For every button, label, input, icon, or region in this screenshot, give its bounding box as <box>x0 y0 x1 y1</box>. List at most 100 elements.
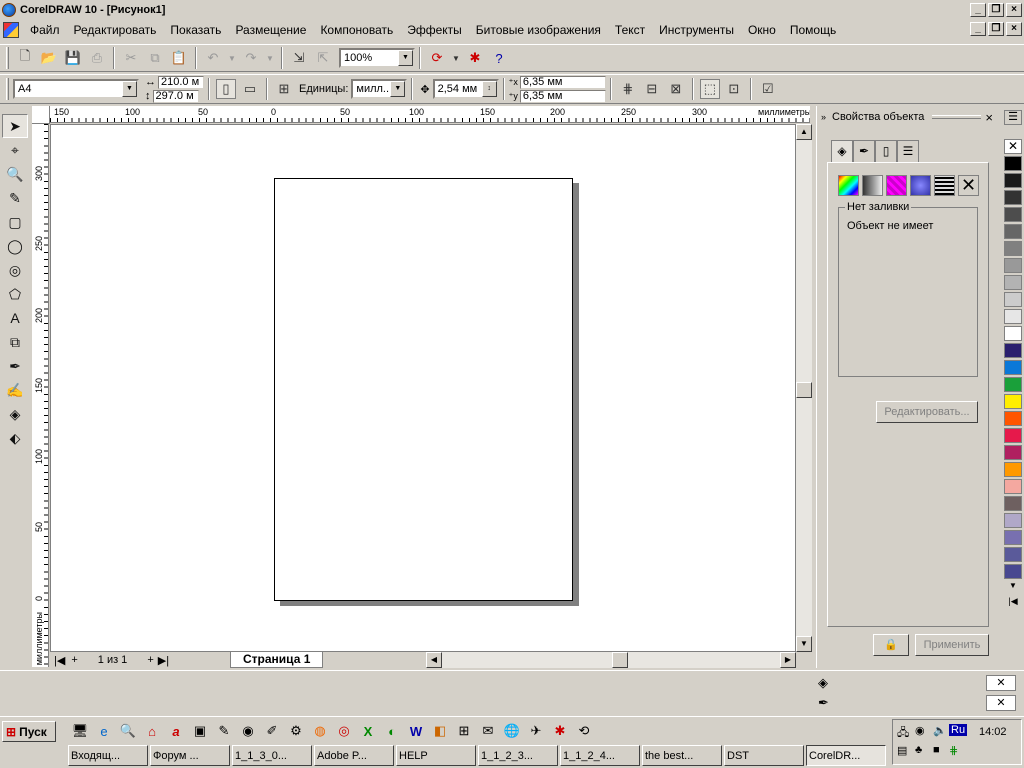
color-swatch[interactable] <box>1004 547 1022 562</box>
task-button[interactable]: Входящ... <box>68 745 148 766</box>
task-button[interactable]: 1_1_3_0... <box>232 745 312 766</box>
color-swatch[interactable] <box>1004 513 1022 528</box>
update-icon[interactable]: ⟲ <box>574 721 594 741</box>
duplicate-x-input[interactable]: 6,35 мм <box>519 75 606 89</box>
menu-arrange[interactable]: Компоновать <box>313 23 400 37</box>
menu-edit[interactable]: Редактировать <box>67 23 164 37</box>
color-swatch[interactable] <box>1004 445 1022 460</box>
color-swatch[interactable] <box>1004 377 1022 392</box>
eyedropper-tool-icon[interactable]: ✒ <box>2 354 28 378</box>
print-icon[interactable]: ⎙ <box>87 48 107 68</box>
tray-network-icon[interactable]: 🖧 <box>897 724 909 743</box>
lock-icon[interactable]: 🔒 <box>873 634 909 656</box>
last-page-icon[interactable]: ▶| <box>158 654 169 667</box>
search-icon[interactable]: 🔍 <box>118 721 138 741</box>
tab-fill-icon[interactable]: ◈ <box>831 140 853 162</box>
cut-icon[interactable]: ✂ <box>121 48 141 68</box>
save-icon[interactable]: 💾 <box>63 48 83 68</box>
palette-menu-icon[interactable]: ☰ <box>1004 110 1022 125</box>
task-button[interactable]: Форум ... <box>150 745 230 766</box>
palette-expand-icon[interactable]: |◀ <box>1002 596 1024 607</box>
tray-antivirus-icon[interactable]: ◉ <box>915 724 925 737</box>
opera-icon[interactable]: ◎ <box>334 721 354 741</box>
vertical-scroll-thumb[interactable] <box>796 382 812 398</box>
basic-shapes-tool-icon[interactable]: ⬠ <box>2 282 28 306</box>
color-swatch[interactable] <box>1004 496 1022 511</box>
menu-window[interactable]: Окно <box>741 23 783 37</box>
chevron-down-icon[interactable]: ▼ <box>398 50 413 66</box>
doc-restore-button[interactable]: ❐ <box>988 22 1004 36</box>
pattern-fill-icon[interactable] <box>886 175 907 196</box>
vertical-scrollbar[interactable]: ▲ ▼ <box>796 124 812 652</box>
draw-selection-icon[interactable]: ⊡ <box>724 79 744 99</box>
interactive-fill-tool-icon[interactable]: ⬖ <box>2 426 28 450</box>
color-swatch[interactable] <box>1004 207 1022 222</box>
rectangle-tool-icon[interactable]: ▢ <box>2 210 28 234</box>
first-page-icon[interactable]: |◀ <box>54 654 65 667</box>
color-swatch[interactable] <box>1004 428 1022 443</box>
minimize-button[interactable]: _ <box>970 2 986 17</box>
outline-indicator-icon[interactable]: ✒ <box>818 695 829 711</box>
restore-button[interactable]: ❐ <box>988 2 1004 17</box>
no-color-swatch[interactable]: ✕ <box>1004 139 1022 154</box>
color-swatch[interactable] <box>1004 292 1022 307</box>
snap-to-guidelines-icon[interactable]: ⊟ <box>642 79 662 99</box>
chevron-down-icon[interactable]: ▼ <box>390 81 406 97</box>
scroll-right-icon[interactable]: ▶ <box>780 652 796 668</box>
text-tool-icon[interactable]: A <box>2 306 28 330</box>
task-button[interactable]: 1_1_2_3... <box>478 745 558 766</box>
set-default-page-icon[interactable]: ⊞ <box>274 79 294 99</box>
task-button[interactable]: 1_1_2_4... <box>560 745 640 766</box>
corel-icon[interactable]: ◐ <box>382 721 402 741</box>
paint-icon[interactable]: ✎ <box>214 721 234 741</box>
chevron-down-icon[interactable]: ▼ <box>122 81 137 97</box>
uniform-fill-icon[interactable] <box>838 175 859 196</box>
tab-general-icon[interactable]: ▯ <box>875 140 897 162</box>
color-swatch[interactable] <box>1004 564 1022 579</box>
adobe-icon[interactable]: a <box>166 721 186 741</box>
plane-icon[interactable]: ✈ <box>526 721 546 741</box>
menu-effects[interactable]: Эффекты <box>400 23 469 37</box>
whats-this-icon[interactable]: ? <box>489 48 509 68</box>
units-combo[interactable]: милл... ▼ <box>351 79 408 99</box>
excel-icon[interactable]: X <box>358 721 378 741</box>
tray-display-icon[interactable]: ▤ <box>897 744 907 757</box>
menu-tools[interactable]: Инструменты <box>652 23 741 37</box>
menu-view[interactable]: Показать <box>163 23 228 37</box>
color-swatch[interactable] <box>1004 173 1022 188</box>
edit-button[interactable]: Редактировать... <box>876 401 978 423</box>
tab-outline-icon[interactable]: ✒ <box>853 140 875 162</box>
task-button[interactable]: DST <box>724 745 804 766</box>
tray-volume-icon[interactable]: 🔈 <box>933 724 947 737</box>
ellipse-tool-icon[interactable]: ◯ <box>2 234 28 258</box>
fill-tool-icon[interactable]: ◈ <box>2 402 28 426</box>
landscape-icon[interactable]: ▭ <box>240 79 260 99</box>
zoom-combo[interactable]: 100% ▼ <box>339 48 415 68</box>
palette-scroll-down-icon[interactable]: ▼ <box>1002 581 1024 590</box>
task-button[interactable]: the best... <box>642 745 722 766</box>
close-button[interactable]: × <box>1006 2 1022 17</box>
import-icon[interactable]: ⇲ <box>289 48 309 68</box>
task-button[interactable]: Adobe P... <box>314 745 394 766</box>
color-swatch[interactable] <box>1004 411 1022 426</box>
page-a4[interactable] <box>274 178 573 601</box>
nudge-input[interactable]: 2,54 мм ↕ <box>432 79 499 99</box>
color-swatch[interactable] <box>1004 258 1022 273</box>
outline-tool-icon[interactable]: ✍ <box>2 378 28 402</box>
color-swatch[interactable] <box>1004 241 1022 256</box>
outlook-icon[interactable]: ◧ <box>430 721 450 741</box>
tray-language-indicator[interactable]: Ru <box>949 724 968 736</box>
redo-dropdown-icon[interactable]: ▼ <box>265 48 275 68</box>
horizontal-ruler[interactable]: 150 100 50 0 50 100 150 200 250 300 милл… <box>50 106 810 123</box>
duplicate-y-input[interactable]: 6,35 мм <box>519 89 606 103</box>
internet-explorer-icon[interactable]: e <box>94 721 114 741</box>
page-width-input[interactable]: 210.0 м <box>158 75 204 89</box>
document-icon[interactable] <box>3 22 19 38</box>
undo-dropdown-icon[interactable]: ▼ <box>227 48 237 68</box>
color-swatch[interactable] <box>1004 462 1022 477</box>
add-page-after-icon[interactable]: + <box>147 654 153 666</box>
tray-grid-icon[interactable]: ⋕ <box>949 744 958 757</box>
interactive-blend-tool-icon[interactable]: ⧉ <box>2 330 28 354</box>
fill-none-swatch[interactable]: ✕ <box>986 675 1016 691</box>
freehand-tool-icon[interactable]: ✎ <box>2 186 28 210</box>
